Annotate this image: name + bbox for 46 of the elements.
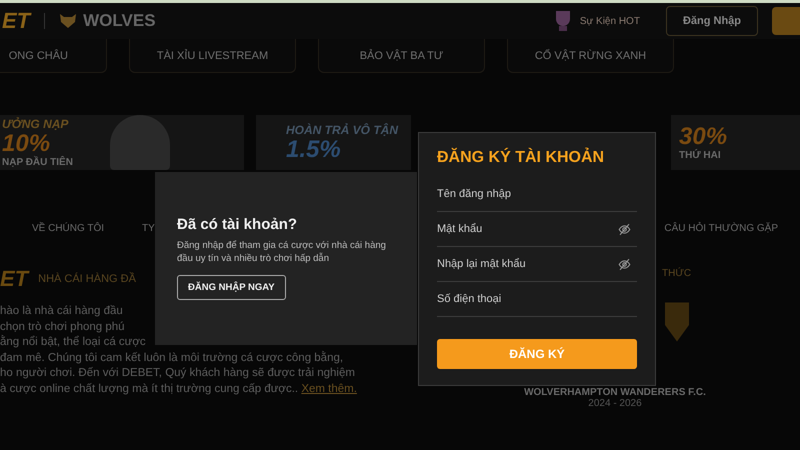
game-tab[interactable]: ONG CHÂU: [0, 39, 107, 73]
about-text: à cược online chất lượng mà ít thị trường cung cấp được.. Xem thêm.: [0, 382, 358, 396]
register-button[interactable]: ĐĂNG KÝ: [437, 339, 637, 369]
about-text: ằng nổi bật, thể loại cá cược: [0, 335, 147, 350]
event-link[interactable]: Sự Kiện HOT: [580, 16, 640, 26]
nav-link[interactable]: VỀ CHÚNG TÔI: [32, 222, 104, 234]
season-years: 2024 - 2026: [588, 398, 642, 409]
about-text: hào là nhà cái hàng đầu: [0, 304, 124, 319]
login-now-button[interactable]: ĐĂNG NHẬP NGAY: [177, 275, 286, 300]
promo-banner[interactable]: 30% THỨ HAI: [671, 115, 800, 170]
banner-percent: 1.5%: [286, 136, 341, 162]
about-text: ho người chơi. Đến với DEBET, Quý khách hàng sẽ được trải nghiệm: [0, 366, 356, 381]
nav-link[interactable]: CÂU HỎI THƯỜNG GẶP: [664, 222, 778, 234]
eye-slash-icon[interactable]: [618, 222, 631, 236]
login-button[interactable]: Đăng Nhập: [666, 6, 758, 36]
panel-title: Đã có tài khoản?: [177, 216, 298, 233]
game-tab[interactable]: CỔ VẬT RỪNG XANH: [507, 39, 674, 73]
about-text: chọn trò chơi phong phú: [0, 320, 126, 334]
wolf-head-icon: [59, 13, 78, 29]
about-text: đam mê. Chúng tôi cam kết luôn là môi trường cá cược công bằng,: [0, 350, 344, 366]
site-logo: ET: [0, 266, 28, 292]
site-logo[interactable]: ET: [2, 8, 30, 34]
input-field[interactable]: Tên đăng nhập: [437, 188, 637, 200]
banner-title: HOÀN TRẢ VÔ TẬN: [286, 122, 398, 136]
banner-subtitle: THỨ HAI: [679, 150, 721, 161]
input-field[interactable]: Số điện thoại: [437, 293, 637, 305]
banner-percent: 10%: [2, 131, 50, 157]
banner-percent: 30%: [679, 124, 728, 150]
promo-banner[interactable]: HOÀN TRẢ VÔ TẬN 1.5%: [256, 115, 411, 170]
brand-name: WOLVES: [83, 11, 156, 31]
eye-slash-icon[interactable]: [618, 258, 631, 270]
read-more-link[interactable]: Xem thêm.: [301, 382, 357, 394]
panel-title: ĐĂNG KÝ TÀI KHOẢN: [437, 149, 606, 167]
nav-link[interactable]: TY: [142, 222, 155, 234]
section-heading: THỨC: [662, 268, 692, 279]
game-tab[interactable]: TÀI XỈU LIVESTREAM: [129, 39, 296, 73]
banner-title: ƯỞNG NẠP: [2, 117, 68, 131]
promo-banner[interactable]: ƯỞNG NẠP 10% NẠP ĐẦU TIÊN: [0, 115, 244, 170]
section-heading: NHÀ CÁI HÀNG ĐẦ: [38, 273, 136, 285]
game-tab[interactable]: BẢO VẬT BA TƯ: [318, 39, 485, 73]
password-field[interactable]: Mật khẩu: [437, 223, 618, 235]
photo-placeholder: [110, 115, 170, 170]
panel-description: Đăng nhập để tham gia cá cược với nhà cái hàng đầu uy tín và nhiều trò chơi hấp dẫn: [177, 239, 387, 265]
club-name: WOLVERHAMPTON WANDERERS F.C.: [524, 387, 706, 398]
banner-subtitle: NẠP ĐẦU TIÊN: [2, 157, 73, 168]
password-field[interactable]: Nhập lại mật khẩu: [437, 258, 618, 270]
